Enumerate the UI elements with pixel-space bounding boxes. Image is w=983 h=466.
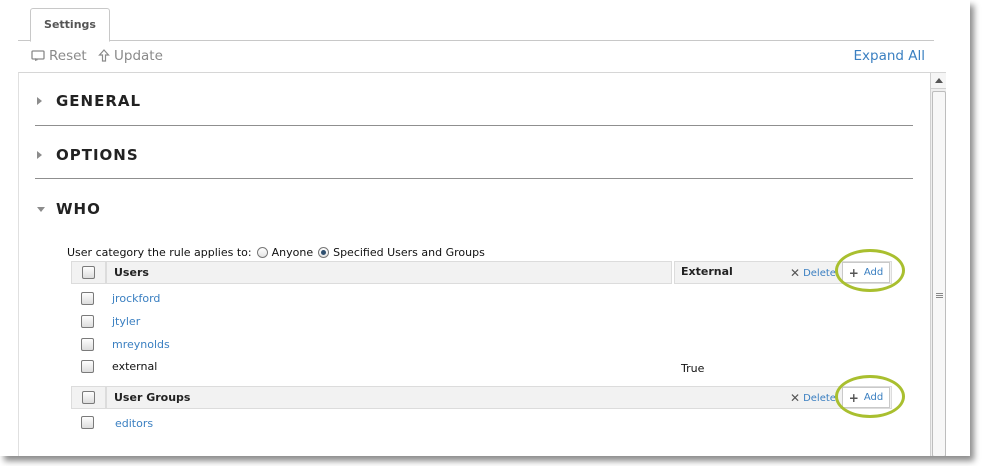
grip-line — [936, 297, 943, 298]
radio-anyone-label[interactable]: Anyone — [272, 246, 313, 259]
grip-line — [936, 295, 943, 296]
users-column-header: Users — [106, 261, 672, 284]
groups-delete-label: Delete — [803, 392, 836, 404]
groups-header-label: User Groups — [114, 391, 191, 404]
user-link-mreynolds[interactable]: mreynolds — [112, 338, 170, 351]
section-options-title: OPTIONS — [56, 146, 139, 164]
tab-settings[interactable]: Settings — [30, 8, 110, 42]
radio-anyone[interactable] — [256, 247, 268, 258]
section-divider — [35, 125, 913, 126]
radio-specified[interactable] — [318, 247, 330, 258]
scroll-up-icon[interactable] — [931, 73, 946, 89]
external-header-label: External — [681, 265, 733, 278]
reset-label: Reset — [49, 48, 87, 64]
update-button[interactable]: Update — [98, 48, 163, 64]
user-link-jrockford[interactable]: jrockford — [112, 292, 160, 305]
radio-specified-label[interactable]: Specified Users and Groups — [333, 246, 485, 259]
groups-delete-button[interactable]: ✕ Delete — [790, 391, 836, 405]
settings-window: Settings Reset Update Expand All GENERAL — [0, 0, 970, 456]
vertical-scrollbar[interactable] — [930, 73, 946, 456]
highlight-ring — [835, 249, 905, 292]
users-select-all-checkbox[interactable] — [82, 266, 95, 279]
group-link-editors[interactable]: editors — [115, 417, 153, 430]
row-checkbox[interactable] — [81, 292, 94, 305]
user-link-jtyler[interactable]: jtyler — [112, 315, 140, 328]
row-checkbox[interactable] — [81, 315, 94, 328]
groups-select-all-cell — [71, 386, 106, 409]
row-checkbox[interactable] — [81, 338, 94, 351]
tab-strip: Settings — [18, 0, 934, 42]
toolbar: Reset Update Expand All — [18, 42, 934, 72]
user-category-selector: User category the rule applies to: Anyon… — [67, 246, 485, 259]
reset-button[interactable]: Reset — [31, 48, 87, 64]
users-delete-label: Delete — [803, 267, 836, 279]
settings-content: GENERAL OPTIONS WHO User category the ru… — [19, 73, 929, 456]
expand-arrow-icon — [37, 97, 42, 105]
row-checkbox[interactable] — [81, 360, 94, 373]
users-select-all-cell — [71, 261, 106, 284]
section-who-title: WHO — [56, 200, 101, 218]
groups-column-header: User Groups — [106, 386, 892, 409]
users-delete-button[interactable]: ✕ Delete — [790, 266, 836, 280]
highlight-ring — [835, 375, 905, 418]
groups-select-all-checkbox[interactable] — [82, 391, 95, 404]
section-divider — [35, 178, 913, 179]
arrow-up-icon — [98, 49, 110, 62]
collapse-arrow-icon — [37, 207, 45, 212]
expand-arrow-icon — [37, 151, 42, 159]
settings-panel: GENERAL OPTIONS WHO User category the ru… — [18, 72, 946, 456]
users-header-label: Users — [114, 266, 149, 279]
row-checkbox[interactable] — [81, 416, 94, 429]
update-label: Update — [114, 48, 163, 64]
delete-x-icon: ✕ — [790, 266, 801, 280]
user-name-external: external — [112, 360, 158, 373]
expand-all-link[interactable]: Expand All — [853, 48, 925, 64]
scroll-thumb[interactable] — [932, 91, 946, 456]
delete-x-icon: ✕ — [790, 391, 801, 405]
applies-label: User category the rule applies to: — [67, 246, 252, 259]
grip-line — [936, 293, 943, 294]
external-value: True — [681, 362, 705, 375]
section-general-title: GENERAL — [56, 92, 142, 110]
reset-icon — [31, 50, 45, 61]
